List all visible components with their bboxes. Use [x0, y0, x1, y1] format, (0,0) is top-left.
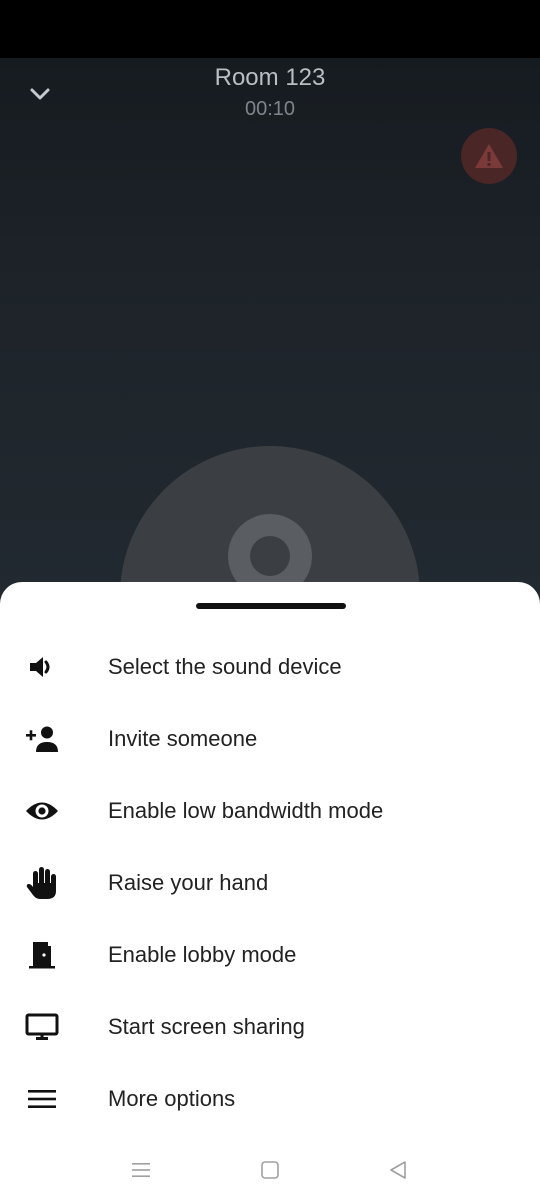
menu-item-more-options[interactable]: More options	[0, 1063, 540, 1135]
back-button[interactable]	[382, 1154, 414, 1186]
menu-item-label: More options	[108, 1086, 236, 1111]
speaker-icon	[22, 649, 62, 685]
menu-item-low-bandwidth[interactable]: Enable low bandwidth mode	[0, 775, 540, 847]
menu-item-lobby-mode[interactable]: Enable lobby mode	[0, 919, 540, 991]
system-nav-bar	[0, 1140, 540, 1200]
eye-icon	[22, 793, 62, 829]
home-button[interactable]	[254, 1154, 286, 1186]
person-add-icon	[22, 721, 62, 757]
back-icon	[390, 1161, 406, 1179]
recents-button[interactable]	[125, 1154, 157, 1186]
recents-icon	[132, 1163, 150, 1177]
options-bottom-sheet: Select the sound device Invite someone E…	[0, 582, 540, 1200]
hand-icon	[22, 865, 62, 901]
menu-item-label: Raise your hand	[108, 870, 269, 895]
room-title: Room 123	[214, 64, 326, 91]
call-timer: 00:10	[244, 98, 296, 120]
door-icon	[22, 937, 62, 973]
menu-item-label: Select the sound device	[108, 654, 342, 679]
screen: Room 123 00:10 Select the sound device I…	[0, 0, 540, 1200]
menu-item-label: Enable lobby mode	[108, 942, 297, 967]
home-icon	[261, 1161, 279, 1179]
warning-icon	[475, 144, 503, 168]
menu-item-label: Enable low bandwidth mode	[108, 798, 384, 823]
status-bar	[0, 0, 540, 58]
monitor-icon	[22, 1009, 62, 1045]
menu-item-label: Invite someone	[108, 726, 258, 751]
menu-item-raise-hand[interactable]: Raise your hand	[0, 847, 540, 919]
menu-item-screen-sharing[interactable]: Start screen sharing	[0, 991, 540, 1063]
sheet-drag-handle[interactable]	[196, 603, 346, 609]
warning-button[interactable]	[461, 128, 517, 184]
menu-item-invite-someone[interactable]: Invite someone	[0, 703, 540, 775]
hamburger-icon	[22, 1081, 62, 1117]
menu-item-label: Start screen sharing	[108, 1014, 305, 1039]
call-area: Room 123 00:10	[0, 58, 540, 618]
menu-item-select-sound-device[interactable]: Select the sound device	[0, 631, 540, 703]
